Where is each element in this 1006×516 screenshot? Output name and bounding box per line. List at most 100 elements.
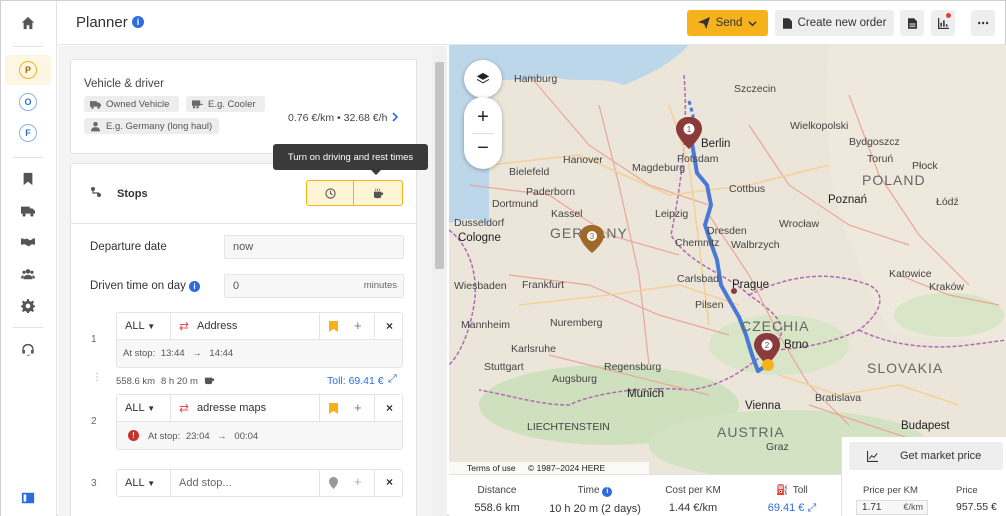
warning-icon[interactable]: ! (128, 430, 139, 441)
send-button[interactable]: Send (687, 10, 768, 36)
trend-chart-icon (867, 450, 878, 462)
info-icon[interactable]: i (602, 487, 613, 497)
bookmark-icon[interactable] (329, 321, 338, 332)
svg-text:AUSTRIA: AUSTRIA (717, 424, 785, 440)
clock-toggle-button[interactable] (307, 181, 354, 205)
planner-panel: Vehicle & driver Owned Vehicle E.g. Cool… (58, 46, 432, 516)
swap-icon[interactable]: ⇄ (179, 319, 189, 333)
vehicle-chip[interactable]: Owned Vehicle (84, 96, 179, 112)
report-button[interactable] (931, 10, 955, 36)
left-rail: P O F (1, 1, 57, 516)
create-new-order-button[interactable]: Create new order (775, 10, 894, 36)
zoom-in-button[interactable]: + (464, 103, 502, 131)
svg-text:Szczecin: Szczecin (734, 83, 776, 95)
chevron-right-icon[interactable] (391, 112, 399, 122)
stop-row: ALL ▼ ⇄ Address + × At stop: 13:44 → 14:… (116, 312, 403, 368)
info-icon[interactable]: i (132, 16, 144, 28)
swap-icon[interactable]: ⇄ (179, 401, 189, 415)
rail-item-o[interactable]: O (19, 93, 37, 111)
driving-rest-tooltip: Turn on driving and rest times (273, 144, 428, 175)
map-marker-3: 3 (580, 225, 604, 253)
svg-text:Cologne: Cologne (458, 232, 501, 244)
stop-address-input[interactable]: Address (197, 320, 237, 332)
stop-type-select[interactable]: ALL ▼ (125, 402, 155, 414)
truck-icon (90, 100, 101, 109)
users-icon[interactable] (17, 263, 39, 285)
headset-icon[interactable] (17, 339, 39, 361)
panel-scrollbar[interactable] (432, 46, 447, 516)
svg-text:Dresden: Dresden (707, 225, 747, 237)
add-icon[interactable]: + (354, 318, 362, 333)
map-canvas[interactable]: Hamburg Szczecin Berlin Potsdam Hanover … (449, 45, 1006, 474)
stop-row: ALL ▼ ⇄ adresse maps + × ! At stop: 23:0… (116, 394, 403, 450)
map-view[interactable]: Hamburg Szczecin Berlin Potsdam Hanover … (449, 45, 1006, 474)
bookmark-icon[interactable] (329, 403, 338, 414)
trailer-chip[interactable]: E.g. Cooler (186, 96, 265, 112)
close-icon[interactable]: × (386, 401, 393, 415)
vehicle-driver-card[interactable]: Vehicle & driver Owned Vehicle E.g. Cool… (70, 59, 417, 154)
rest-toggle-button[interactable] (355, 181, 402, 205)
rail-item-f[interactable]: F (19, 124, 37, 142)
departure-date-input[interactable]: now (224, 235, 404, 259)
svg-text:Cottbus: Cottbus (729, 183, 765, 195)
summary-toll: ⛽ Toll 69.41 € ⤢ (767, 485, 817, 514)
document-icon (907, 17, 917, 29)
svg-text:Vienna: Vienna (745, 400, 781, 412)
add-icon[interactable]: + (354, 474, 362, 489)
svg-text:Brno: Brno (784, 339, 808, 351)
zoom-out-button[interactable]: − (464, 135, 502, 163)
price-per-km-input[interactable]: 1.71 €/km (856, 500, 928, 515)
pdf-button[interactable] (900, 10, 924, 36)
route-stops-icon (91, 187, 101, 197)
driving-rest-toggle (306, 180, 403, 206)
vehicle-rate: 0.76 €/km • 32.68 €/h (288, 112, 388, 124)
more-options-button[interactable]: ⋯ (971, 10, 995, 36)
svg-text:Augsburg: Augsburg (552, 373, 597, 385)
svg-text:Bydgoszcz: Bydgoszcz (849, 136, 900, 148)
get-market-price-button[interactable]: Get market price (849, 442, 1003, 470)
svg-text:Regensburg: Regensburg (604, 361, 661, 373)
bookmark-icon[interactable] (17, 168, 39, 190)
svg-text:Karlsruhe: Karlsruhe (511, 343, 556, 355)
map-layers-button[interactable] (464, 60, 502, 98)
svg-text:Pilsen: Pilsen (695, 299, 724, 311)
driven-time-input[interactable]: 0 minutes (224, 274, 404, 298)
svg-text:Chemnitz: Chemnitz (675, 237, 719, 249)
stop-address-input[interactable]: adresse maps (197, 402, 266, 414)
add-icon[interactable]: + (354, 400, 362, 415)
close-icon[interactable]: × (386, 319, 393, 333)
truck-icon[interactable] (17, 200, 39, 222)
driver-chip[interactable]: E.g. Germany (long haul) (84, 118, 219, 134)
top-bar: Planner i Send Create new order ⋯ (58, 1, 1005, 45)
close-icon[interactable]: × (386, 475, 393, 489)
stop-type-select[interactable]: ALL ▼ (125, 320, 155, 332)
svg-text:Carlsbad: Carlsbad (677, 273, 719, 285)
toll-booth-icon: ⛽ (776, 485, 789, 496)
zoom-controls: + − (464, 97, 502, 169)
planner-app: P O F Planner i Send Create new order ⋯ … (0, 0, 1006, 516)
home-icon[interactable] (17, 12, 39, 34)
expand-icon[interactable]: ⤢ (807, 502, 816, 514)
location-pin-icon[interactable] (329, 477, 338, 489)
collapse-panel-icon[interactable] (17, 487, 39, 509)
vehicle-section-title: Vehicle & driver (84, 78, 164, 90)
paper-plane-icon (697, 17, 710, 29)
scrollbar-thumb[interactable] (435, 62, 444, 269)
coffee-cup-icon (204, 377, 215, 385)
expand-icon[interactable]: ⤢ (388, 373, 397, 386)
add-stop-input[interactable]: Add stop... (179, 477, 232, 489)
stop-row: ALL ▼ Add stop... + × (116, 469, 403, 497)
stop-type-select[interactable]: ALL ▼ (125, 477, 155, 489)
rail-item-p[interactable]: P (19, 61, 37, 79)
terms-of-use-link[interactable]: Terms of use (467, 463, 516, 473)
handshake-icon[interactable] (17, 231, 39, 253)
gear-icon[interactable] (17, 295, 39, 317)
stops-title: Stops (117, 188, 148, 200)
trailer-icon (192, 99, 203, 108)
svg-text:Leipzig: Leipzig (655, 208, 688, 220)
info-icon[interactable]: i (189, 281, 200, 292)
stop-number: 2 (91, 416, 97, 427)
svg-text:Prague: Prague (732, 279, 769, 291)
chart-icon (937, 17, 949, 29)
document-icon (782, 17, 792, 29)
